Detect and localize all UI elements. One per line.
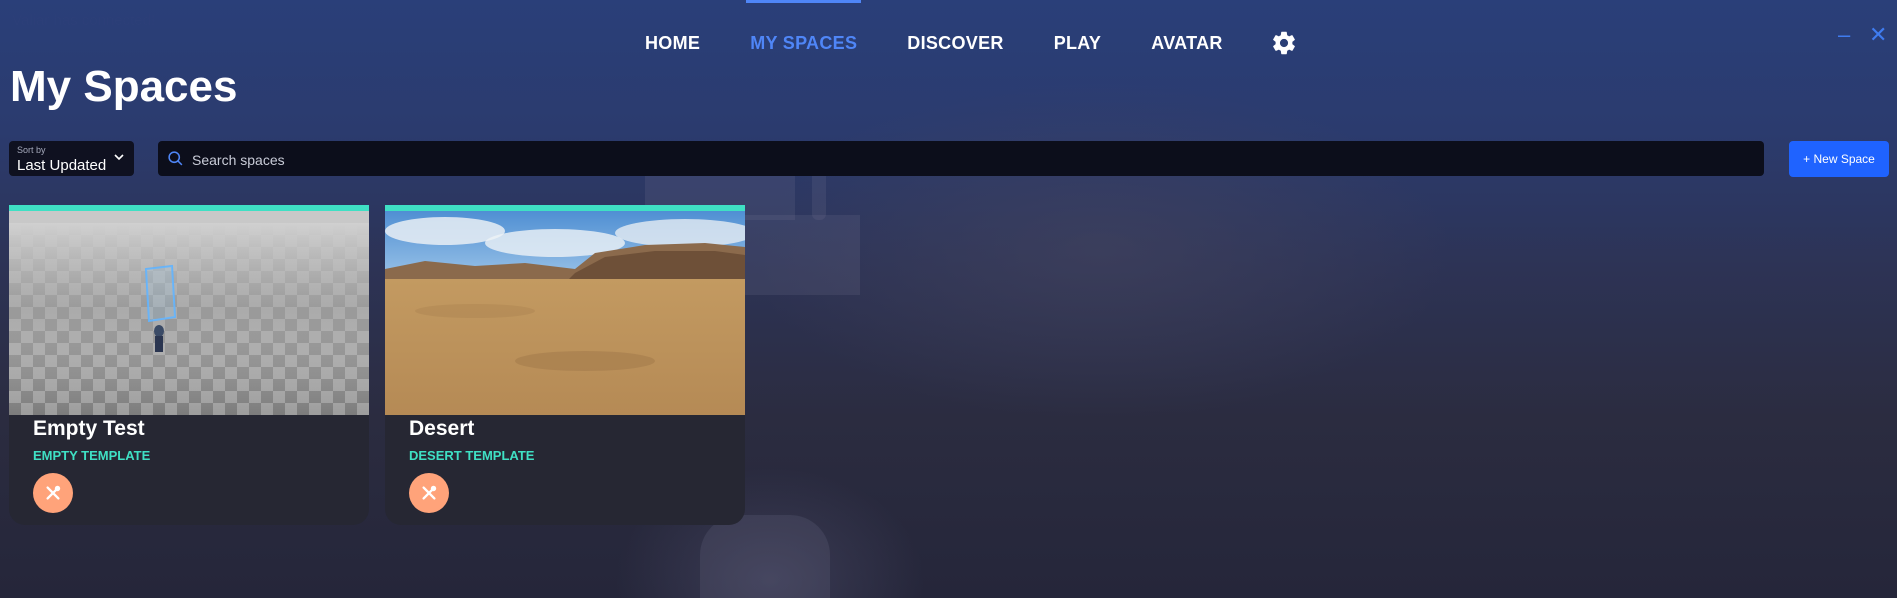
page-title: My Spaces (10, 62, 238, 111)
space-card[interactable]: Empty Test EMPTY TEMPLATE (9, 205, 369, 525)
space-title: Desert (409, 417, 475, 440)
gear-icon[interactable] (1270, 29, 1298, 57)
chevron-down-icon (114, 154, 124, 161)
edit-space-button[interactable] (409, 473, 449, 513)
space-template: DESERT TEMPLATE (409, 448, 535, 463)
nav-home[interactable]: HOME (620, 0, 725, 86)
nav-avatar[interactable]: AVATAR (1126, 0, 1247, 86)
top-nav: HOME MY SPACES DISCOVER PLAY AVATAR (620, 0, 1298, 86)
minimize-button[interactable]: – (1838, 22, 1850, 48)
tools-icon (422, 485, 437, 500)
search-input[interactable] (190, 141, 1754, 178)
tools-icon (46, 485, 61, 500)
close-button[interactable]: ✕ (1869, 22, 1887, 48)
nav-my-spaces[interactable]: MY SPACES (725, 0, 882, 86)
nav-play[interactable]: PLAY (1029, 0, 1127, 86)
background-figure (700, 515, 830, 598)
edit-space-button[interactable] (33, 473, 73, 513)
space-title: Empty Test (33, 417, 145, 440)
connection-toast: Valiar has connected! (12, 12, 156, 29)
sort-caption: Sort by (17, 145, 46, 155)
space-card[interactable]: Desert DESERT TEMPLATE (385, 205, 745, 525)
space-thumbnail-empty (9, 211, 369, 415)
search-bar (158, 141, 1764, 178)
space-thumbnail-desert (385, 211, 745, 415)
sort-value: Last Updated (17, 157, 107, 174)
new-space-button[interactable]: + New Space (1789, 141, 1889, 177)
space-template: EMPTY TEMPLATE (33, 448, 151, 463)
search-icon (168, 151, 183, 166)
nav-discover[interactable]: DISCOVER (882, 0, 1028, 86)
sort-dropdown[interactable]: Sort by Last Updated (9, 141, 134, 176)
